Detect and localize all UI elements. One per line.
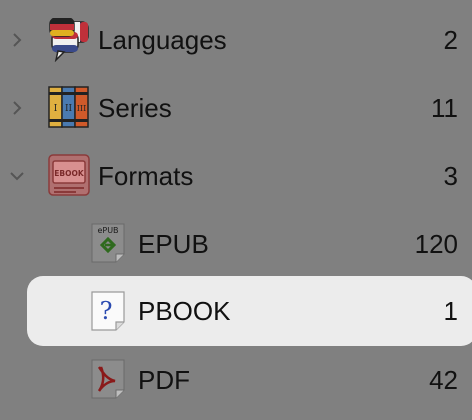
ebook-format-icon: EBOOK [48, 154, 90, 201]
epub-file-icon: ePUB [91, 223, 125, 268]
svg-text:III: III [77, 104, 86, 113]
svg-text:I: I [54, 104, 58, 114]
svg-text:ePUB: ePUB [97, 226, 118, 235]
series-books-icon: I II III [48, 86, 90, 133]
tree-item-label: EPUB [138, 229, 209, 259]
tree-item-count: 120 [414, 229, 458, 259]
category-tree: Languages 2 I II III Series 11 EBOOK For… [0, 0, 472, 420]
tree-item-label: Series [98, 93, 172, 123]
tree-item-label: PBOOK [138, 296, 231, 326]
tree-item-count: 42 [429, 365, 458, 395]
chevron-down-icon[interactable] [9, 168, 25, 184]
tree-item-formats[interactable]: EBOOK Formats 3 [0, 142, 472, 210]
svg-text:EBOOK: EBOOK [54, 169, 85, 178]
tree-item-count: 3 [443, 161, 458, 191]
tree-item-count: 11 [431, 93, 458, 123]
chevron-right-icon[interactable] [9, 100, 25, 116]
svg-text:?: ? [100, 297, 113, 325]
tree-item-pbook[interactable]: ? PBOOK 1 [0, 277, 472, 345]
tree-item-count: 1 [443, 296, 458, 326]
tree-item-label: Formats [98, 161, 194, 191]
languages-flags-icon [48, 17, 90, 67]
tree-item-languages[interactable]: Languages 2 [0, 6, 472, 74]
tree-item-series[interactable]: I II III Series 11 [0, 74, 472, 142]
tree-item-label: Languages [98, 25, 227, 55]
unknown-file-icon: ? [91, 291, 125, 336]
tree-item-label: PDF [138, 365, 190, 395]
tree-item-epub[interactable]: ePUB EPUB 120 [0, 210, 472, 278]
tree-item-count: 2 [443, 25, 458, 55]
tree-item-pdf[interactable]: PDF 42 [0, 346, 472, 414]
chevron-right-icon[interactable] [9, 32, 25, 48]
pdf-file-icon [91, 359, 125, 404]
svg-text:II: II [65, 104, 73, 114]
